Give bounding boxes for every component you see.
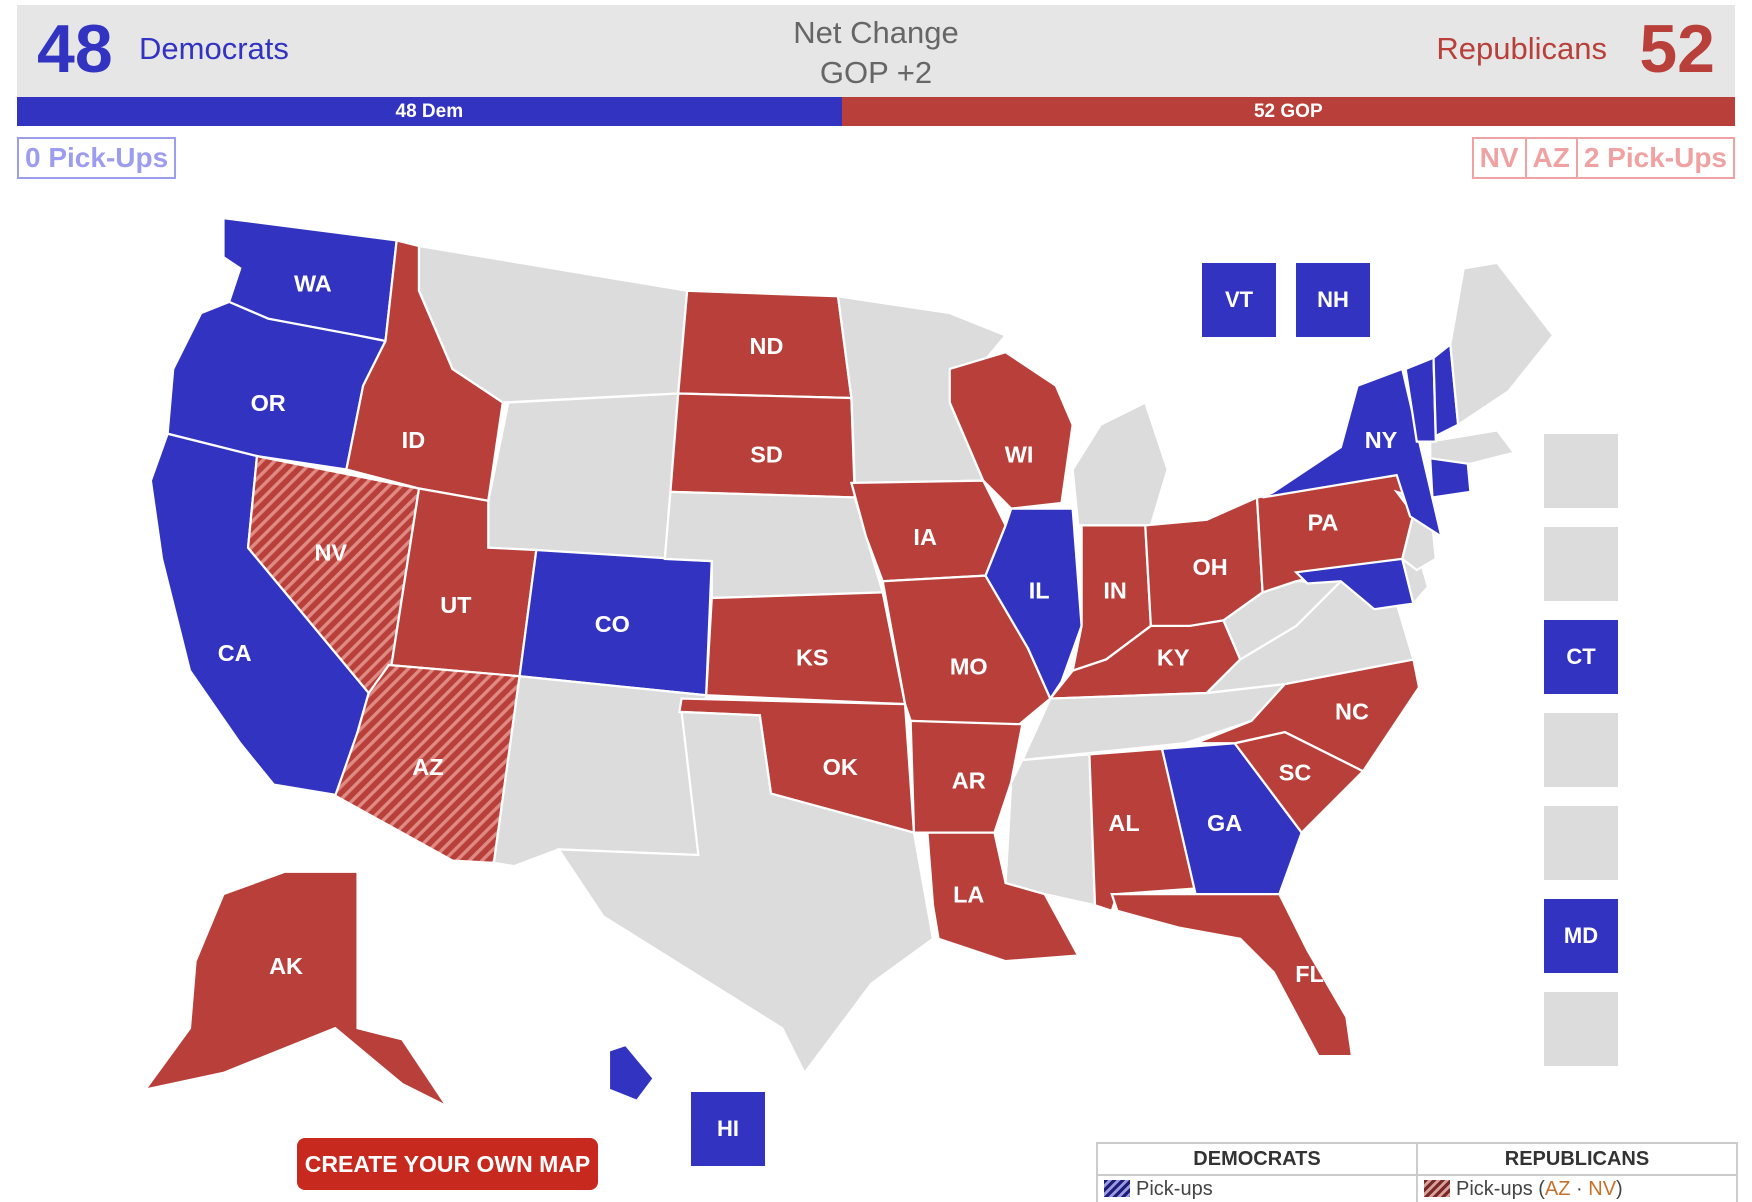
- legend-dem-pickups: Pick-ups: [1098, 1176, 1418, 1202]
- state-label-co: CO: [595, 611, 630, 637]
- state-label-nv: NV: [314, 540, 347, 566]
- state-label-ks: KS: [796, 645, 829, 671]
- state-box-empty[interactable]: [1544, 806, 1618, 880]
- state-label-pa: PA: [1308, 509, 1339, 535]
- state-label-oh: OH: [1192, 554, 1227, 580]
- state-box-vt[interactable]: VT: [1202, 263, 1276, 337]
- state-box-ct[interactable]: CT: [1544, 620, 1618, 694]
- state-label-ca: CA: [218, 640, 252, 666]
- state-nm[interactable]: [492, 674, 708, 868]
- state-wy[interactable]: [487, 392, 680, 561]
- state-label-nd: ND: [750, 333, 784, 359]
- state-label-mo: MO: [950, 654, 988, 680]
- state-label-id: ID: [402, 427, 425, 453]
- legend-dem-header: DEMOCRATS: [1098, 1144, 1418, 1176]
- state-box-label: MD: [1563, 923, 1599, 948]
- state-label-il: IL: [1029, 578, 1050, 604]
- gop-hatch-swatch-icon: [1424, 1180, 1450, 1197]
- state-label-ak: AK: [269, 953, 303, 979]
- state-ak[interactable]: [142, 870, 451, 1110]
- state-label-ia: IA: [913, 524, 937, 550]
- state-label-ny: NY: [1365, 427, 1398, 453]
- state-label-la: LA: [953, 882, 984, 908]
- state-label-nc: NC: [1335, 698, 1369, 724]
- state-label-sd: SD: [750, 441, 783, 467]
- state-mi[interactable]: [1071, 400, 1169, 527]
- state-label-sc: SC: [1279, 760, 1312, 786]
- state-label-al: AL: [1108, 810, 1139, 836]
- state-box-md[interactable]: MD: [1544, 899, 1618, 973]
- legend-table: DEMOCRATS REPUBLICANS Pick-ups Pick-ups …: [1096, 1142, 1738, 1202]
- state-label-fl: FL: [1295, 961, 1324, 987]
- state-box-empty[interactable]: [1544, 713, 1618, 787]
- state-label-ky: KY: [1157, 645, 1190, 671]
- legend-gop-pickups: Pick-ups (AZ · NV): [1418, 1176, 1736, 1202]
- create-your-own-map-button[interactable]: CREATE YOUR OWN MAP: [297, 1138, 598, 1190]
- state-box-hi[interactable]: HI: [691, 1092, 765, 1166]
- state-label-ga: GA: [1207, 810, 1242, 836]
- state-ms[interactable]: [1004, 753, 1097, 907]
- state-label-az: AZ: [412, 754, 443, 780]
- state-label-in: IN: [1103, 578, 1126, 604]
- state-label-or: OR: [251, 390, 286, 416]
- state-hi[interactable]: [607, 1043, 656, 1103]
- legend-gop-header: REPUBLICANS: [1418, 1144, 1736, 1176]
- state-box-empty[interactable]: [1544, 992, 1618, 1066]
- state-box-label: CT: [1566, 644, 1596, 669]
- state-label-wa: WA: [294, 270, 332, 296]
- dem-hatch-swatch-icon: [1104, 1180, 1130, 1197]
- state-label-ok: OK: [823, 754, 858, 780]
- state-ma[interactable]: [1429, 429, 1516, 466]
- state-me[interactable]: [1449, 261, 1555, 427]
- state-box-nh[interactable]: NH: [1296, 263, 1370, 337]
- us-senate-map: WA OR CA NV ID UT AZ CO ND SD KS OK IA MO AR LA WI IL IN OH…: [142, 216, 1555, 1110]
- state-box-empty[interactable]: [1544, 527, 1618, 601]
- state-label-wi: WI: [1005, 441, 1034, 467]
- state-box-empty[interactable]: [1544, 434, 1618, 508]
- state-label-ar: AR: [952, 768, 986, 794]
- state-label-ut: UT: [440, 592, 472, 618]
- legend-link-az[interactable]: AZ: [1545, 1178, 1571, 1200]
- legend-link-nv[interactable]: NV: [1588, 1178, 1616, 1200]
